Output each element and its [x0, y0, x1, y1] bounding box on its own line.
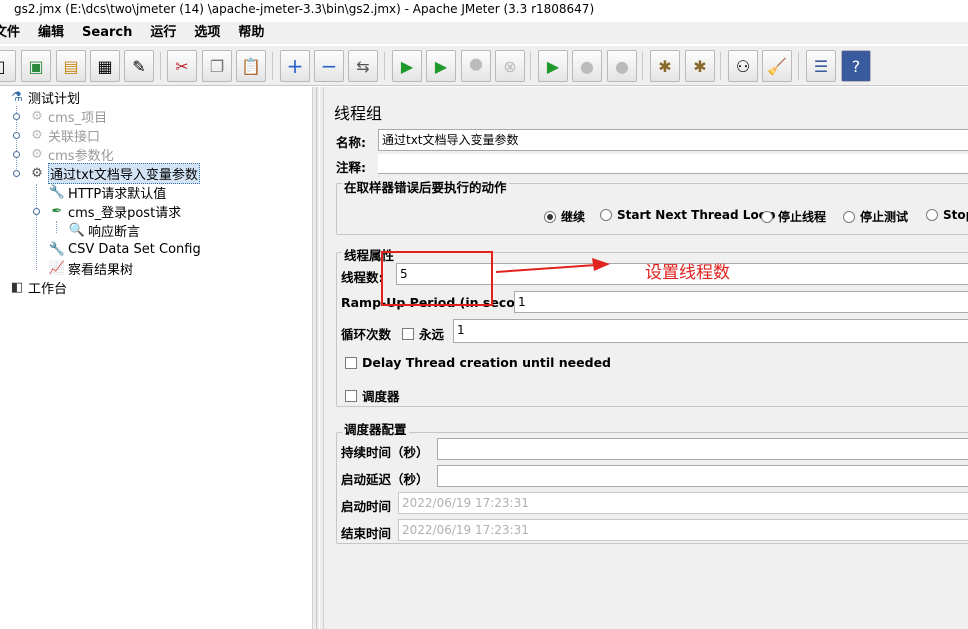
gear-icon: ⚙ [31, 166, 43, 181]
stop-icon[interactable]: ⯃ [461, 50, 491, 82]
annotation-highlight-box [381, 251, 493, 306]
pipette-icon: ✒ [51, 204, 63, 219]
start-time-label: 启动时间 [341, 499, 392, 514]
start-icon[interactable]: ▶ [392, 50, 422, 82]
clear-all-icon[interactable]: ✱ [685, 50, 715, 82]
magnifier-icon: 🔍 [68, 223, 86, 238]
radio-stop-thread[interactable]: 停止线程 [761, 208, 826, 225]
radio-stop-test[interactable]: 停止测试 [843, 208, 908, 225]
tree-listener[interactable]: 📈 察看结果树 [48, 259, 133, 278]
loop-count-input[interactable]: 1 [453, 319, 968, 343]
scheduler-title: 调度器配置 [342, 419, 409, 438]
collapse-icon[interactable]: − [314, 50, 344, 82]
workbench-icon: ◧ [10, 280, 24, 295]
toggle-icon[interactable]: ⇆ [348, 50, 378, 82]
clear-icon[interactable]: ✱ [650, 50, 680, 82]
panel-splitter[interactable] [312, 87, 324, 629]
help-icon[interactable]: ? [841, 50, 871, 82]
search-icon[interactable]: ⚇ [728, 50, 758, 82]
toolbar: ▯ ▣ ▤ ▦ ✎ ✂ ❐ 📋 + − ⇆ ▶ ▶ ⯃ ⊗ ▶ ● ● ✱ ✱ … [0, 46, 968, 86]
templates-icon[interactable]: ▣ [21, 50, 51, 82]
flask-icon: ⚗ [11, 90, 23, 105]
radio-indicator [761, 210, 773, 223]
name-label: 名称: [336, 135, 366, 150]
remote-stop-icon[interactable]: ● [572, 50, 602, 82]
tree-thread-group[interactable]: ⚙ cms参数化 [28, 145, 113, 164]
name-input[interactable]: 通过txt文档导入变量参数 [378, 129, 968, 151]
tree-sampler[interactable]: ✒ cms_登录post请求 [48, 202, 182, 221]
comment-label: 注释: [336, 160, 366, 175]
window-title: gs2.jmx (E:\dcs\two\jmeter (14) \apache-… [0, 0, 968, 20]
wrench-icon: 🔧 [48, 185, 66, 200]
gear-icon: ⚙ [31, 109, 43, 124]
comment-input[interactable] [378, 154, 968, 174]
menu-file[interactable]: 文件 [0, 22, 29, 44]
checkbox-box [345, 389, 357, 402]
duration-input[interactable] [437, 438, 968, 460]
scheduler-checkbox[interactable]: 调度器 [345, 386, 400, 405]
cut-icon[interactable]: ✂ [167, 50, 197, 82]
threads-label: 线程数: [341, 270, 384, 285]
loop-label: 循环次数 [341, 327, 392, 342]
start-no-pause-icon[interactable]: ▶ [426, 50, 456, 82]
radio-indicator [843, 210, 855, 223]
tree-workbench[interactable]: ◧ 工作台 [8, 278, 67, 297]
expand-icon[interactable]: + [280, 50, 310, 82]
thread-group-panel: 线程组 名称: 通过txt文档导入变量参数 注释: 在取样器错误后要执行的动作 … [324, 87, 968, 629]
error-action-title: 在取样器错误后要执行的动作 [342, 177, 509, 196]
end-time-input[interactable]: 2022/06/19 17:23:31 [398, 519, 968, 541]
delay-thread-creation-checkbox[interactable]: Delay Thread creation until needed [345, 355, 611, 370]
radio-continue[interactable]: 继续 [544, 208, 585, 225]
rampup-input[interactable]: 1 [514, 291, 968, 313]
tree-test-plan[interactable]: ⚗ 测试计划 [8, 88, 80, 107]
startup-delay-input[interactable] [437, 465, 968, 487]
reset-search-icon[interactable]: 🧹 [762, 50, 792, 82]
gear-icon: ⚙ [31, 128, 43, 143]
tree-thread-group[interactable]: ⚙ 关联接口 [28, 126, 100, 145]
chart-icon: 📈 [48, 261, 66, 276]
menu-edit[interactable]: 编辑 [29, 22, 73, 44]
menu-help[interactable]: 帮助 [229, 22, 273, 44]
shutdown-icon[interactable]: ⊗ [495, 50, 525, 82]
annotation-text: 设置线程数 [645, 263, 730, 283]
startup-delay-label: 启动延迟（秒） [341, 472, 429, 487]
open-icon[interactable]: ▤ [56, 50, 86, 82]
radio-indicator [544, 210, 556, 223]
function-helper-icon[interactable]: ☰ [806, 50, 836, 82]
tree-assertion[interactable]: 🔍 响应断言 [68, 221, 140, 240]
remote-shutdown-icon[interactable]: ● [607, 50, 637, 82]
radio-indicator [600, 209, 612, 221]
menu-options[interactable]: 选项 [185, 22, 229, 44]
save-as-icon[interactable]: ✎ [124, 50, 154, 82]
forever-checkbox[interactable]: 永远 [402, 324, 444, 343]
gear-icon: ⚙ [31, 147, 43, 162]
wrench-icon: 🔧 [48, 242, 66, 257]
paste-icon[interactable]: 📋 [236, 50, 266, 82]
copy-icon[interactable]: ❐ [202, 50, 232, 82]
checkbox-box [345, 356, 357, 369]
radio-stop-test-now[interactable]: Stop [926, 208, 968, 222]
duration-label: 持续时间（秒） [341, 445, 429, 460]
remote-start-icon[interactable]: ▶ [538, 50, 568, 82]
menu-bar: 文件 编辑 Search 运行 选项 帮助 [0, 22, 968, 44]
tree-config-element[interactable]: 🔧 CSV Data Set Config [48, 240, 201, 259]
radio-start-next-loop[interactable]: Start Next Thread Loop [600, 208, 776, 222]
checkbox-box [402, 327, 414, 340]
tree-config-element[interactable]: 🔧 HTTP请求默认值 [48, 183, 166, 202]
end-time-label: 结束时间 [341, 526, 392, 541]
tree-thread-group-selected[interactable]: ⚙ 通过txt文档导入变量参数 [28, 163, 200, 184]
menu-search[interactable]: Search [73, 22, 141, 44]
test-plan-tree: ⚗ 测试计划 ⚙ cms_项目 ⚙ 关联接口 ⚙ cms参数化 ⚙ 通过txt文… [0, 87, 312, 629]
new-icon[interactable]: ▯ [0, 50, 16, 82]
radio-indicator [926, 209, 938, 221]
save-icon[interactable]: ▦ [90, 50, 120, 82]
start-time-input[interactable]: 2022/06/19 17:23:31 [398, 492, 968, 514]
tree-thread-group[interactable]: ⚙ cms_项目 [28, 107, 107, 126]
panel-heading: 线程组 [334, 104, 383, 123]
menu-run[interactable]: 运行 [141, 22, 185, 44]
